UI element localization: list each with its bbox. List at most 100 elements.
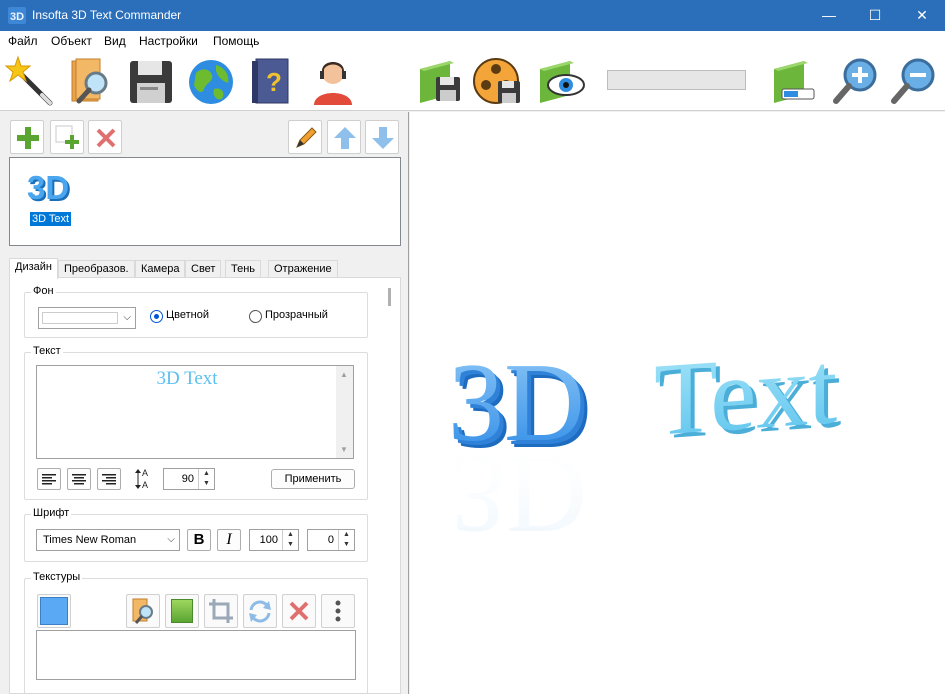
text-input[interactable]: 3D Text ▲ ▼: [36, 365, 354, 459]
font-family-combo[interactable]: Times New Roman ⌵: [36, 529, 180, 551]
window-title: Insofta 3D Text Commander: [32, 8, 182, 22]
radio-transparent-label: Прозрачный: [265, 309, 328, 321]
text-size-spinner[interactable]: 90 ▲ ▼: [163, 468, 215, 490]
rotate-texture-button[interactable]: [243, 594, 277, 628]
canvas-text-word: Text: [654, 329, 837, 458]
spinner-arrows-icon[interactable]: ▲ ▼: [282, 530, 298, 550]
menu-bar: Файл Объект Вид Настройки Помощь: [0, 31, 945, 51]
svg-text:?: ?: [266, 67, 282, 97]
tab-design[interactable]: Дизайн: [9, 258, 58, 279]
scroll-up-icon: ▲: [340, 370, 348, 379]
edit-object-button[interactable]: [288, 120, 322, 154]
magic-wand-icon[interactable]: [4, 55, 54, 107]
3d-logo-icon: 3D 3D: [27, 169, 71, 206]
textures-title: Текстуры: [31, 571, 83, 583]
resize-icon[interactable]: [768, 55, 818, 107]
line-spacing-icon: A A: [135, 468, 148, 490]
zoom-out-icon[interactable]: [888, 55, 938, 107]
text-value: 3D Text: [156, 368, 218, 389]
align-center-button[interactable]: [67, 468, 91, 490]
arrow-up-icon: [334, 127, 356, 149]
delete-object-button[interactable]: [88, 120, 122, 154]
open-search-icon: [132, 598, 153, 624]
close-button[interactable]: ✕: [899, 0, 945, 31]
scroll-down-icon: ▼: [340, 445, 348, 454]
3d-text-render: 3D 3D 3D 3D Text Text: [448, 329, 841, 556]
svg-text:A: A: [142, 480, 148, 490]
panel-scrollbar[interactable]: [388, 288, 391, 306]
menu-object[interactable]: Объект: [51, 34, 92, 48]
move-up-button[interactable]: [327, 120, 361, 154]
menu-view[interactable]: Вид: [104, 34, 126, 48]
text-size-value: 90: [181, 473, 194, 485]
arrow-down-icon: [372, 127, 394, 149]
maximize-button[interactable]: ☐: [852, 0, 898, 31]
font-title: Шрифт: [31, 507, 72, 519]
support-agent-icon[interactable]: [308, 55, 358, 107]
color-swatch: [42, 312, 118, 324]
texture-image-button[interactable]: [165, 594, 199, 628]
load-texture-button[interactable]: [126, 594, 160, 628]
crop-icon: [209, 599, 233, 623]
radio-dot-colored: [150, 310, 163, 323]
text-title: Текст: [31, 345, 63, 357]
align-right-button[interactable]: [97, 468, 121, 490]
render-progress-bar: [607, 70, 746, 90]
logo-text: 3D: [27, 169, 69, 206]
bold-button[interactable]: B: [187, 529, 211, 551]
help-book-icon[interactable]: ?: [246, 55, 296, 107]
rotate-icon: [249, 600, 271, 623]
crop-texture-button[interactable]: [204, 594, 238, 628]
globe-icon[interactable]: [186, 55, 236, 107]
tab-reflection[interactable]: Отражение: [268, 260, 338, 278]
align-left-button[interactable]: [37, 468, 61, 490]
save-image-icon[interactable]: [414, 55, 464, 107]
radio-colored-label: Цветной: [166, 309, 209, 321]
menu-help[interactable]: Помощь: [213, 34, 259, 48]
align-center-icon: [72, 474, 86, 485]
preview-eye-icon[interactable]: [536, 55, 586, 107]
zoom-in-icon[interactable]: [830, 55, 880, 107]
menu-file[interactable]: Файл: [8, 34, 38, 48]
background-group: Фон ⌵ Цветной Прозрачный: [24, 285, 368, 338]
background-title: Фон: [31, 285, 56, 297]
align-right-icon: [102, 474, 116, 485]
add-sub-object-button[interactable]: [50, 120, 84, 154]
canvas-text-3d: 3D: [448, 341, 585, 465]
object-item-label[interactable]: 3D Text: [30, 212, 72, 226]
chevron-down-icon: ⌵: [123, 312, 131, 323]
font-width-spinner[interactable]: 100 ▲ ▼: [249, 529, 299, 551]
open-search-icon[interactable]: [66, 55, 116, 107]
move-down-button[interactable]: [365, 120, 399, 154]
remove-texture-button[interactable]: [282, 594, 316, 628]
tab-light[interactable]: Свет: [185, 260, 222, 278]
save-video-icon[interactable]: [472, 55, 522, 107]
align-left-icon: [42, 474, 56, 485]
texture-list[interactable]: [36, 630, 356, 680]
texture-image-icon: [171, 599, 193, 623]
tab-transform[interactable]: Преобразов.: [58, 260, 135, 278]
render-canvas[interactable]: 3D 3D 3D 3D Text Text: [410, 112, 945, 694]
font-width-value: 100: [259, 534, 278, 546]
apply-button[interactable]: Применить: [271, 469, 355, 489]
background-color-combo[interactable]: ⌵: [38, 307, 136, 329]
spinner-arrows-icon[interactable]: ▲ ▼: [198, 469, 214, 489]
text-scrollbar[interactable]: ▲ ▼: [336, 366, 353, 458]
minimize-button[interactable]: —: [806, 0, 852, 31]
italic-button[interactable]: I: [217, 529, 241, 551]
menu-settings[interactable]: Настройки: [139, 34, 198, 48]
add-object-button[interactable]: [10, 120, 44, 154]
font-spacing-spinner[interactable]: 0 ▲ ▼: [307, 529, 355, 551]
save-floppy-icon[interactable]: [126, 55, 176, 107]
svg-text:3D: 3D: [10, 11, 24, 23]
texture-more-button[interactable]: [321, 594, 355, 628]
app-icon: 3D: [8, 7, 26, 24]
tab-shadow[interactable]: Тень: [225, 260, 262, 278]
font-family-value: Times New Roman: [43, 534, 137, 546]
delete-x-icon: [96, 128, 116, 148]
spinner-arrows-icon[interactable]: ▲ ▼: [338, 530, 354, 550]
texture-color-button[interactable]: [37, 594, 71, 628]
object-list[interactable]: 3D 3D 3D Text: [9, 157, 401, 246]
tab-camera[interactable]: Камера: [135, 260, 186, 278]
font-spacing-value: 0: [327, 534, 334, 546]
